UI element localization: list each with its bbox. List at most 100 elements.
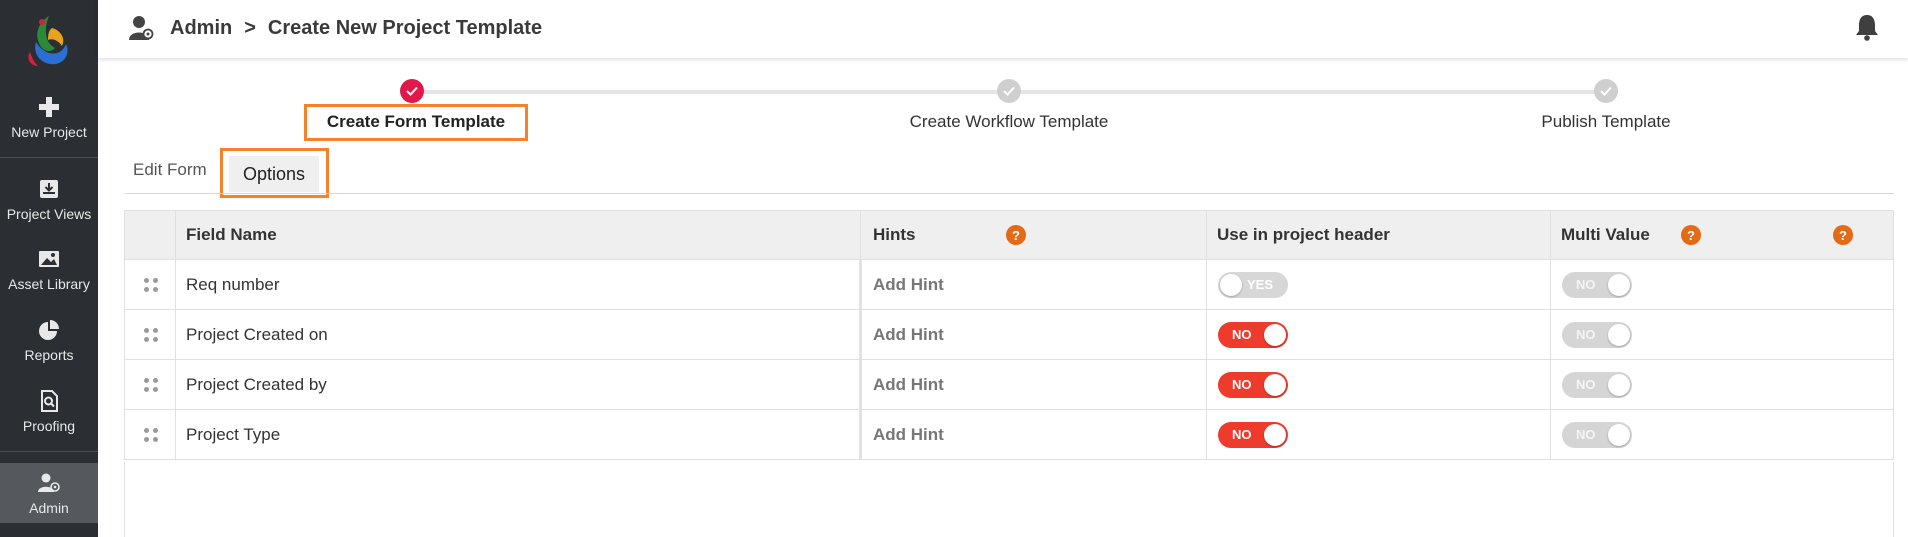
plus-icon	[39, 97, 59, 117]
column-help-icon[interactable]: ?	[1833, 225, 1853, 245]
sidebar-item-label: New Project	[11, 124, 87, 140]
bell-icon[interactable]	[1854, 13, 1880, 41]
proof-search-icon	[41, 390, 58, 412]
user-icon	[129, 16, 154, 40]
sidebar-item-proofing[interactable]: Proofing	[0, 390, 98, 434]
column-divider	[1550, 260, 1551, 309]
add-hint-input[interactable]: Add Hint	[873, 260, 944, 309]
column-divider	[175, 410, 176, 459]
sidebar-item-label: Reports	[24, 347, 74, 363]
column-divider	[1550, 360, 1551, 409]
inbox-icon	[40, 180, 58, 198]
drag-handle-icon[interactable]	[144, 310, 158, 359]
toggle-knob	[1220, 273, 1242, 296]
add-hint-input[interactable]: Add Hint	[873, 310, 944, 359]
column-divider	[859, 260, 862, 309]
multi-toggle-cell: NO	[1562, 410, 1632, 459]
column-divider	[1206, 310, 1207, 359]
tab-options[interactable]: Options	[229, 156, 319, 192]
step-label-create-workflow-template[interactable]: Create Workflow Template	[889, 112, 1129, 132]
table-header: Field Name Hints ? Use in project header…	[124, 210, 1894, 260]
breadcrumb-root[interactable]: Admin	[170, 17, 232, 40]
column-header-multi-value: Multi Value	[1561, 225, 1650, 244]
column-header-use-in-project-header: Use in project header	[1217, 225, 1390, 244]
sidebar-item-asset-library[interactable]: Asset Library	[0, 248, 98, 292]
multi-toggle-cell: NO	[1562, 360, 1632, 409]
check-icon	[1003, 86, 1015, 96]
tabs-divider	[124, 193, 1894, 194]
multi-help-wrap: ?	[1681, 211, 1701, 259]
multi-toggle-cell: NO	[1562, 260, 1632, 309]
use-in-header-toggle[interactable]: NO	[1218, 321, 1288, 348]
step-label-create-form-template[interactable]: Create Form Template	[312, 112, 520, 132]
toggle-text: NO	[1232, 426, 1252, 442]
toggle-knob	[1608, 373, 1630, 396]
header-toggle-cell: NO	[1218, 410, 1288, 459]
toggle-text: YES	[1247, 276, 1274, 292]
multi-value-help-icon[interactable]: ?	[1681, 225, 1701, 245]
column-divider	[859, 360, 862, 409]
app-logo-icon[interactable]	[22, 8, 76, 72]
admin-user-icon	[38, 473, 60, 492]
sidebar-item-admin[interactable]: Admin	[0, 463, 98, 523]
toggle-knob	[1608, 423, 1630, 446]
toggle-text: NO	[1232, 376, 1252, 392]
column-divider	[175, 310, 176, 359]
toggle-text: NO	[1576, 376, 1596, 392]
pie-chart-icon	[39, 320, 59, 340]
header-toggle-cell: NO	[1218, 310, 1288, 359]
multi-value-toggle[interactable]: NO	[1562, 371, 1632, 398]
check-icon	[1600, 86, 1612, 96]
use-in-header-toggle[interactable]: NO	[1218, 421, 1288, 448]
sidebar: New Project Project Views Asset Library	[0, 0, 98, 537]
step-3-check-icon	[1594, 79, 1618, 103]
sidebar-divider	[0, 157, 98, 158]
breadcrumb-separator: >	[244, 16, 256, 39]
column-header-field-name: Field Name	[186, 225, 277, 244]
check-icon	[406, 86, 418, 96]
column-divider	[859, 310, 862, 359]
header-toggle-cell: NO	[1218, 360, 1288, 409]
sidebar-item-label: Proofing	[22, 418, 76, 434]
drag-handle-icon[interactable]	[144, 260, 158, 309]
sidebar-divider	[0, 451, 98, 452]
sidebar-item-reports[interactable]: Reports	[0, 319, 98, 363]
toggle-knob	[1264, 373, 1286, 396]
add-hint-input[interactable]: Add Hint	[873, 410, 944, 459]
use-in-header-toggle[interactable]: YES	[1218, 271, 1288, 298]
step-label-publish-template[interactable]: Publish Template	[1516, 112, 1696, 132]
drag-handle-icon[interactable]	[144, 410, 158, 459]
toggle-text: NO	[1576, 276, 1596, 292]
use-in-header-toggle[interactable]: NO	[1218, 371, 1288, 398]
table-row: Project Type Add Hint NO NO	[124, 410, 1894, 460]
sidebar-item-label: Project Views	[6, 206, 92, 222]
add-hint-input[interactable]: Add Hint	[873, 360, 944, 409]
column-divider	[859, 410, 862, 459]
header-toggle-cell: YES	[1218, 260, 1288, 309]
sidebar-item-project-views[interactable]: Project Views	[0, 178, 98, 222]
toggle-text: NO	[1232, 326, 1252, 342]
drag-handle-icon[interactable]	[144, 360, 158, 409]
sidebar-item-label: Asset Library	[8, 276, 90, 292]
toggle-knob	[1264, 423, 1286, 446]
column-divider	[1206, 260, 1207, 309]
tab-edit-form[interactable]: Edit Form	[133, 160, 207, 180]
hints-help-icon[interactable]: ?	[1006, 225, 1026, 245]
column-divider	[1550, 211, 1551, 259]
multi-value-toggle[interactable]: NO	[1562, 321, 1632, 348]
column-divider	[175, 260, 176, 309]
image-icon	[39, 251, 59, 267]
multi-value-toggle[interactable]: NO	[1562, 271, 1632, 298]
options-table: Field Name Hints ? Use in project header…	[124, 210, 1894, 460]
app-root: New Project Project Views Asset Library	[0, 0, 1908, 537]
column-divider	[175, 360, 176, 409]
field-name-cell: Project Created by	[186, 374, 327, 394]
multi-value-toggle[interactable]: NO	[1562, 421, 1632, 448]
column-divider	[1550, 310, 1551, 359]
column-divider	[860, 211, 861, 259]
sidebar-item-new-project[interactable]: New Project	[0, 96, 98, 140]
hints-help-wrap: ?	[1006, 211, 1026, 259]
extra-help-wrap: ?	[1833, 211, 1853, 259]
column-divider	[1206, 410, 1207, 459]
page-title: Create New Project Template	[267, 16, 543, 39]
